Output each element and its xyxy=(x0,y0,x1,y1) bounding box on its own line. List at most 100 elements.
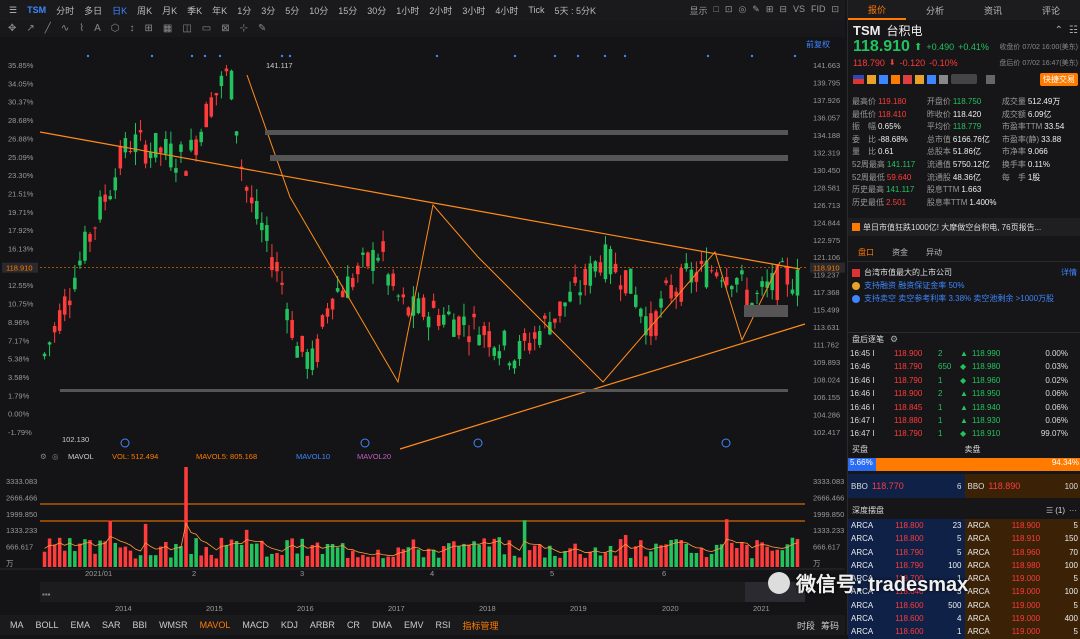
watch-icon[interactable] xyxy=(951,74,977,84)
period-tab[interactable]: 周K xyxy=(132,4,157,17)
drawing-tool-icon[interactable]: ∿ xyxy=(61,23,69,34)
drawing-tool-icon[interactable]: ⌇ xyxy=(79,23,84,34)
period-tab[interactable]: 10分 xyxy=(304,4,333,17)
more-icon[interactable]: ☷ xyxy=(1069,25,1078,36)
depth-exchange: ARCA xyxy=(968,559,1012,572)
highlight-box[interactable] xyxy=(744,305,788,317)
indicator-tab[interactable]: RSI xyxy=(429,620,456,630)
stat-label: 每 手 xyxy=(1002,172,1026,185)
close-time: 收盘价 07/02 16:00(美东) xyxy=(999,42,1078,52)
drawing-tool-icon[interactable]: ✎ xyxy=(258,23,266,34)
toolbar-right-item[interactable]: FID xyxy=(811,4,826,17)
drawing-tool-icon[interactable]: A xyxy=(94,23,101,34)
indicator-tab[interactable]: ARBR xyxy=(304,620,341,630)
indicator-tab[interactable]: DMA xyxy=(366,620,398,630)
drawing-tool-icon[interactable]: ▭ xyxy=(202,23,211,34)
quick-trade-button[interactable]: 快捷交易 xyxy=(1040,73,1078,86)
tick-row: 16:46 I118.9002▲118.9500.06% xyxy=(848,387,1080,400)
period-tab[interactable]: 1小时 xyxy=(391,4,424,17)
restore-label[interactable]: 前复权 xyxy=(806,39,830,49)
drawing-tool-icon[interactable]: ╱ xyxy=(45,23,51,34)
period-tab[interactable]: 多日 xyxy=(79,4,107,17)
drawing-tool-icon[interactable]: ⊠ xyxy=(221,23,229,34)
resistance-box[interactable] xyxy=(270,155,788,161)
period-tab[interactable]: 年K xyxy=(207,4,232,17)
lock-icon[interactable] xyxy=(986,75,995,84)
panel-tab[interactable]: 报价 xyxy=(848,0,906,20)
details-link[interactable]: 详情 xyxy=(1061,267,1077,278)
volume-bar xyxy=(528,550,532,567)
drawing-tool-icon[interactable]: ⬡ xyxy=(111,23,120,34)
overview-handle-icon[interactable]: ▪▪▪ xyxy=(42,590,51,599)
indicator-tab[interactable]: BBI xyxy=(127,620,154,630)
period-tab[interactable]: 30分 xyxy=(362,4,391,17)
sub-tab[interactable]: 资金 xyxy=(892,247,908,258)
period-tab[interactable]: 4小时 xyxy=(490,4,523,17)
indicator-tab[interactable]: EMV xyxy=(398,620,430,630)
indicator-tab[interactable]: 指标管理 xyxy=(456,619,504,632)
drawing-tool-icon[interactable]: ◫ xyxy=(182,23,191,34)
volume-bar xyxy=(578,554,582,567)
depth-toggle-icon[interactable]: ☰ xyxy=(1046,506,1053,515)
drawing-tool-icon[interactable]: ↕ xyxy=(130,23,135,34)
period-tab[interactable]: Tick xyxy=(523,5,549,15)
toolbar-right-item[interactable]: ◎ xyxy=(738,4,746,17)
indicator-tab[interactable]: BOLL xyxy=(30,620,65,630)
period-tab[interactable]: 2小时 xyxy=(424,4,457,17)
sub-tab[interactable]: 盘口 xyxy=(858,247,874,258)
period-tab[interactable]: 季K xyxy=(182,4,207,17)
bottom-right-tab[interactable]: 时段 xyxy=(797,621,815,631)
toolbar-symbol[interactable]: TSM xyxy=(22,5,51,15)
volume-bar xyxy=(558,558,562,567)
volume-settings-icon[interactable]: ◎ xyxy=(52,452,59,461)
period-tab[interactable]: 分时 xyxy=(51,4,79,17)
period-tab[interactable]: 3分 xyxy=(256,4,280,17)
period-tab[interactable]: 3小时 xyxy=(457,4,490,17)
indicator-tab[interactable]: SAR xyxy=(96,620,127,630)
toolbar-right-item[interactable]: □ xyxy=(713,4,718,17)
depth-menu-icon[interactable]: ⋯ xyxy=(1069,506,1077,515)
volume-settings-icon[interactable]: ⚙ xyxy=(40,452,47,461)
news-banner[interactable]: 单日市值狂跌1000亿! 大摩做空台积电, 76页报告... xyxy=(848,218,1080,236)
drawing-tool-icon[interactable]: ⊹ xyxy=(240,23,248,34)
support-box[interactable] xyxy=(60,389,788,392)
panel-tab[interactable]: 分析 xyxy=(906,4,964,17)
toolbar-right-item[interactable]: 显示 xyxy=(689,4,707,17)
panel-tab[interactable]: 评论 xyxy=(1022,4,1080,17)
indicator-tab[interactable]: CR xyxy=(341,620,366,630)
indicator-tab[interactable]: EMA xyxy=(65,620,97,630)
panel-tab[interactable]: 资讯 xyxy=(964,4,1022,17)
period-tab[interactable]: 1分 xyxy=(232,4,256,17)
candlestick-chart[interactable]: 35.85%34.05%30.37%28.68%26.88%25.09%23.3… xyxy=(0,37,845,615)
overview-strip[interactable] xyxy=(40,582,805,602)
bottom-right-tab[interactable]: 筹码 xyxy=(821,621,839,631)
indicator-tab[interactable]: MA xyxy=(4,620,30,630)
drawing-tool-icon[interactable]: ⊞ xyxy=(145,23,153,34)
resistance-box[interactable] xyxy=(265,130,788,135)
period-tab[interactable]: 5分 xyxy=(280,4,304,17)
chevron-up-icon[interactable]: ⌃ xyxy=(1055,25,1063,36)
indicator-tab[interactable]: WMSR xyxy=(153,620,194,630)
range-select[interactable]: 5天 : 5分K xyxy=(550,4,602,17)
settings-icon[interactable]: ⚙ xyxy=(890,334,898,345)
drawing-tool-icon[interactable]: ✥ xyxy=(8,23,16,34)
toolbar-right-item[interactable]: ⊡ xyxy=(725,4,733,17)
menu-icon[interactable]: ☰ xyxy=(4,5,22,16)
volume-bar xyxy=(265,557,269,567)
indicator-tab[interactable]: KDJ xyxy=(275,620,304,630)
drawing-tool-icon[interactable]: ▦ xyxy=(163,23,172,34)
toolbar-right-item[interactable]: ⊞ xyxy=(766,4,774,17)
toolbar-right-item[interactable]: ⊟ xyxy=(779,4,787,17)
toolbar-right-item[interactable]: ✎ xyxy=(752,4,760,17)
toolbar-right-item[interactable]: VS xyxy=(793,4,805,17)
period-tab[interactable]: 日K xyxy=(107,4,132,17)
drawing-tool-icon[interactable]: ↗ xyxy=(26,23,34,34)
depth-level[interactable]: (1) xyxy=(1055,506,1065,515)
toolbar-right-item[interactable]: ⊡ xyxy=(831,4,839,17)
stat-label: 振 幅 xyxy=(852,121,876,134)
period-tab[interactable]: 月K xyxy=(157,4,182,17)
indicator-tab[interactable]: MACD xyxy=(236,620,275,630)
period-tab[interactable]: 15分 xyxy=(333,4,362,17)
indicator-tab[interactable]: MAVOL xyxy=(194,620,237,630)
sub-tab[interactable]: 异动 xyxy=(926,247,942,258)
